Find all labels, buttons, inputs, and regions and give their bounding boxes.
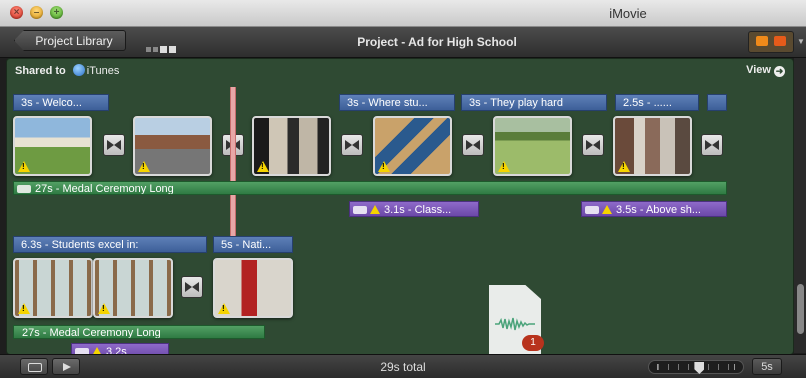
transition-icon[interactable] xyxy=(462,134,484,156)
video-clip-gym-floor[interactable] xyxy=(373,116,452,176)
app-title: iMovie xyxy=(609,6,647,21)
music-track[interactable]: 27s - Medal Ceremony Long xyxy=(13,181,727,195)
view-label: View xyxy=(746,64,771,76)
project-pane: Shared to iTunes View ➜ 3s - Welco... 3s… xyxy=(6,58,794,355)
arrow-right-icon: ➜ xyxy=(774,66,785,77)
shared-service: iTunes xyxy=(86,65,120,77)
warning-icon xyxy=(18,303,30,314)
unused-count-badge: 1 xyxy=(522,335,544,351)
warning-icon xyxy=(98,303,110,314)
warning-icon xyxy=(378,161,390,172)
itunes-icon xyxy=(72,64,85,76)
transition-icon[interactable] xyxy=(341,134,363,156)
warning-icon xyxy=(370,205,380,214)
video-clip-field[interactable] xyxy=(493,116,572,176)
chevron-down-icon[interactable]: ▼ xyxy=(797,37,805,46)
audio-icon xyxy=(353,206,367,214)
video-clip-trophy-case[interactable] xyxy=(93,258,173,318)
scrollbar-thumb[interactable] xyxy=(797,284,804,334)
shared-status: Shared to iTunes xyxy=(15,64,119,77)
sfx-label: 3.5s - Above sh... xyxy=(616,204,701,216)
warning-icon xyxy=(498,161,510,172)
video-clip-banner[interactable] xyxy=(213,258,293,318)
title-clip-tag[interactable] xyxy=(707,94,727,111)
audio-icon xyxy=(585,206,599,214)
title-bar: × – + iMovie xyxy=(0,0,806,27)
sfx-label: 3.1s - Class... xyxy=(384,204,452,216)
status-bar: 29s total 5s xyxy=(0,354,806,378)
view-button[interactable]: View ➜ xyxy=(746,64,785,77)
title-clip-tag[interactable]: 6.3s - Students excel in: xyxy=(13,236,207,253)
title-clip-tag[interactable]: 3s - Where stu... xyxy=(339,94,455,111)
sound-effect-tag[interactable]: 3.5s - Above sh... xyxy=(581,201,727,217)
video-clip-trophy-case[interactable] xyxy=(13,258,93,318)
title-clip-tag[interactable]: 5s - Nati... xyxy=(213,236,293,253)
music-label: 27s - Medal Ceremony Long xyxy=(35,183,174,195)
music-label: 27s - Medal Ceremony Long xyxy=(22,327,161,339)
video-clip-hallway[interactable] xyxy=(252,116,331,176)
video-clip-building[interactable] xyxy=(133,116,212,176)
transition-icon[interactable] xyxy=(582,134,604,156)
title-clip-tag[interactable]: 3s - They play hard xyxy=(461,94,607,111)
transition-icon[interactable] xyxy=(103,134,125,156)
transition-icon[interactable] xyxy=(701,134,723,156)
zoom-slider[interactable] xyxy=(648,360,744,374)
warning-icon xyxy=(257,161,269,172)
warning-icon xyxy=(218,303,230,314)
zoom-level-label[interactable]: 5s xyxy=(752,358,782,375)
warning-icon xyxy=(18,161,30,172)
waveform-icon xyxy=(495,317,535,331)
project-title: Project - Ad for High School xyxy=(357,35,517,49)
playhead[interactable] xyxy=(230,87,236,237)
zoom-slider-knob[interactable] xyxy=(694,362,705,374)
video-clip-school[interactable] xyxy=(13,116,92,176)
vertical-scrollbar[interactable] xyxy=(794,58,806,353)
shared-label: Shared to xyxy=(15,65,66,77)
imovie-window: × – + iMovie Project Library Project - A… xyxy=(0,0,806,378)
title-clip-tag[interactable]: 3s - Welco... xyxy=(13,94,109,111)
music-note-icon xyxy=(17,185,31,193)
music-track[interactable]: 27s - Medal Ceremony Long xyxy=(13,325,265,339)
theme-icons-button[interactable] xyxy=(748,31,794,53)
video-clip-classroom[interactable] xyxy=(613,116,692,176)
warning-icon xyxy=(138,161,150,172)
warning-icon xyxy=(602,205,612,214)
transition-icon[interactable] xyxy=(181,276,203,298)
sound-effect-tag[interactable]: 3.1s - Class... xyxy=(349,201,479,217)
title-clip-tag[interactable]: 2.5s - ...... xyxy=(615,94,699,111)
project-toolbar: Project Library Project - Ad for High Sc… xyxy=(0,27,806,58)
warning-icon xyxy=(618,161,630,172)
